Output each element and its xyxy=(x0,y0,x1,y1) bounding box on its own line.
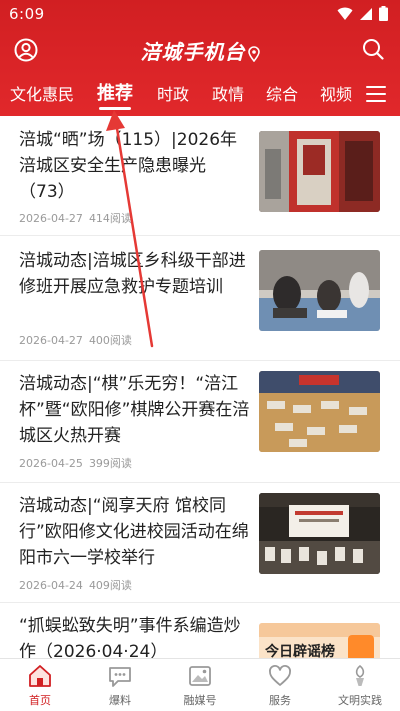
app-bar: 涪城手机台 xyxy=(0,32,400,68)
news-reads: 409阅读 xyxy=(88,579,132,592)
category-tabs: 文化惠民 推荐 时政 政情 综合 视频 xyxy=(0,78,400,112)
news-meta: 2026-04-27 400阅读 xyxy=(19,332,132,348)
nav-home[interactable]: 首页 xyxy=(0,663,80,708)
news-date: 2026-04-27 xyxy=(19,334,83,347)
active-tab-indicator xyxy=(99,107,131,110)
news-item[interactable]: 涪城“晒”场（115）|2026年涪城区安全生产隐患曝光（73） 2026-04… xyxy=(0,116,400,236)
battery-icon xyxy=(379,6,388,21)
news-reads: 414阅读 xyxy=(88,212,132,225)
tab-label: 推荐 xyxy=(97,83,133,104)
heart-icon xyxy=(269,665,291,686)
tab-label: 综合 xyxy=(266,85,299,104)
news-item[interactable]: 涪城动态|“棋”乐无穷！“涪江杯”暨“欧阳修”棋牌公开赛在涪城区火热开赛 202… xyxy=(0,361,400,483)
news-date: 2026-04-24 xyxy=(19,579,83,592)
tab-government[interactable]: 政情 xyxy=(212,81,244,105)
status-bar: 6:09 xyxy=(0,0,400,28)
home-icon xyxy=(29,665,51,687)
image-gallery-icon xyxy=(189,666,211,686)
news-title: 涪城动态|“阅享天府 馆校同行”欧阳修文化进校园活动在绵阳市六一学校举行 xyxy=(19,496,249,568)
tab-video[interactable]: 视频 xyxy=(320,81,352,105)
tab-culture[interactable]: 文化惠民 xyxy=(10,81,74,105)
news-title: 涪城动态|“棋”乐无穷！“涪江杯”暨“欧阳修”棋牌公开赛在涪城区火热开赛 xyxy=(19,374,250,446)
tab-label: 视频 xyxy=(320,85,353,104)
brand-name: 涪城手机台 xyxy=(140,40,246,64)
wifi-icon xyxy=(337,7,353,20)
news-date: 2026-04-25 xyxy=(19,457,83,470)
tab-label: 时政 xyxy=(157,85,190,104)
nav-civilization[interactable]: 文明实践 xyxy=(320,663,400,708)
news-item[interactable]: “抓蜈蚣致失明”事件系编造炒作（2026·04·24） 今日辟谣榜 xyxy=(0,603,400,658)
search-icon[interactable] xyxy=(362,38,384,60)
nav-label: 爆料 xyxy=(109,694,131,707)
news-thumbnail xyxy=(259,131,380,212)
chat-bubble-icon xyxy=(109,667,131,687)
nav-label: 文明实践 xyxy=(338,694,382,707)
tab-label: 文化惠民 xyxy=(10,85,75,104)
news-reads: 399阅读 xyxy=(88,457,132,470)
torch-icon xyxy=(355,664,365,686)
menu-icon[interactable] xyxy=(366,86,386,104)
tab-label: 政情 xyxy=(212,85,245,104)
tab-recommended[interactable]: 推荐 xyxy=(97,79,133,110)
news-item[interactable]: 涪城动态|涪城区乡科级干部进修班开展应急救护专题培训 2026-04-27 400… xyxy=(0,236,400,361)
nav-label: 首页 xyxy=(29,694,51,707)
status-icons xyxy=(337,6,388,21)
tab-general[interactable]: 综合 xyxy=(266,81,298,105)
news-thumbnail xyxy=(259,250,380,331)
nav-label: 融媒号 xyxy=(183,694,217,707)
tab-politics[interactable]: 时政 xyxy=(157,81,189,105)
news-title: 涪城“晒”场（115）|2026年涪城区安全生产隐患曝光（73） xyxy=(19,130,238,202)
news-date: 2026-04-27 xyxy=(19,212,83,225)
news-meta: 2026-04-25 399阅读 xyxy=(19,455,132,471)
news-meta: 2026-04-27 414阅读 xyxy=(19,210,132,226)
news-title: 涪城动态|涪城区乡科级干部进修班开展应急救护专题培训 xyxy=(19,251,246,297)
nav-label: 服务 xyxy=(269,694,291,707)
status-time: 6:09 xyxy=(9,5,45,23)
news-thumbnail xyxy=(259,493,380,574)
news-thumbnail: 今日辟谣榜 xyxy=(259,623,380,658)
signal-icon xyxy=(360,7,372,20)
thumbnail-caption: 今日辟谣榜 xyxy=(265,644,335,658)
location-pin-icon xyxy=(247,45,260,62)
news-reads: 400阅读 xyxy=(88,334,132,347)
news-thumbnail xyxy=(259,371,380,452)
bottom-navigation: 首页 爆料 融媒号 服务 文明实践 xyxy=(0,658,400,711)
news-item[interactable]: 涪城动态|“阅享天府 馆校同行”欧阳修文化进校园活动在绵阳市六一学校举行 202… xyxy=(0,483,400,603)
top-header: 6:09 涪城手机台 文化惠民 推荐 时政 政情 综合 视频 xyxy=(0,0,400,116)
news-feed: 涪城“晒”场（115）|2026年涪城区安全生产隐患曝光（73） 2026-04… xyxy=(0,116,400,658)
nav-media[interactable]: 融媒号 xyxy=(160,663,240,708)
app-logo: 涪城手机台 xyxy=(0,36,400,65)
news-title: “抓蜈蚣致失明”事件系编造炒作（2026·04·24） xyxy=(19,616,241,658)
news-meta: 2026-04-24 409阅读 xyxy=(19,577,132,593)
nav-report[interactable]: 爆料 xyxy=(80,663,160,708)
nav-service[interactable]: 服务 xyxy=(240,663,320,708)
